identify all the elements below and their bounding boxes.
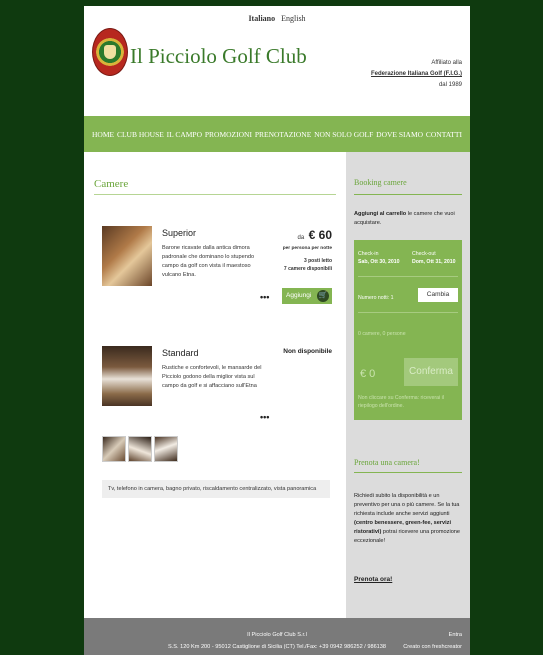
thumbnail-3[interactable]: [154, 436, 178, 462]
page-title: Camere: [94, 178, 129, 190]
booking-box: Check-in Sab, Ott 30, 2010 Check-out Dom…: [354, 240, 462, 420]
room-name[interactable]: Superior: [162, 228, 196, 238]
affiliation-block: Affiliato alla Federazione Italiana Golf…: [371, 58, 462, 91]
nav-club-house[interactable]: CLUB HOUSE: [117, 130, 164, 139]
booking-intro-bold: Aggiungi al carrello: [354, 211, 407, 217]
price-block: da € 60 per persona per notte 3 posti le…: [282, 226, 332, 273]
nav-contatti[interactable]: CONTATTI: [426, 130, 462, 139]
login-link[interactable]: Entra: [449, 632, 462, 638]
reserve-text-1: Richiedi subito la disponibilità e un pr…: [354, 493, 460, 517]
checkout-label: Check-out: [412, 251, 436, 257]
site-footer: Il Picciolo Golf Club S.r.l S.S. 120 Km …: [84, 618, 470, 655]
thumbnail-2[interactable]: [128, 436, 152, 462]
room-name[interactable]: Standard: [162, 348, 199, 358]
price-value: € 60: [308, 228, 332, 242]
room-description: Rustiche e confortevoli, le mansarde del…: [162, 365, 262, 389]
price-from: da: [297, 235, 305, 241]
checkin-block[interactable]: Check-in Sab, Ott 30, 2010: [358, 250, 400, 266]
booking-divider: [358, 312, 458, 313]
title-divider: [94, 194, 336, 195]
language-switcher: Italiano English: [84, 14, 470, 23]
room-photo-standard[interactable]: [102, 346, 152, 406]
add-to-cart-label: Aggiungi: [286, 292, 312, 299]
lang-english[interactable]: English: [281, 14, 305, 23]
booking-divider: [358, 276, 458, 277]
booking-intro: Aggiungi al carrello le camere che vuoi …: [354, 210, 462, 228]
main-content: Camere Superior Barone ricavate dalla an…: [84, 152, 346, 618]
nav-promozioni[interactable]: PROMOZIONI: [205, 130, 252, 139]
checkin-value: Sab, Ott 30, 2010: [358, 259, 400, 265]
cart-icon: 🛒: [317, 290, 329, 302]
nav-non-solo-golf[interactable]: NON SOLO GOLF: [314, 130, 373, 139]
federation-link[interactable]: Federazione Italiana Golf (F.I.G.): [371, 69, 462, 80]
footer-company: Il Picciolo Golf Club S.r.l: [247, 632, 307, 638]
room-description: Barone ricavate dalla antica dimora padr…: [162, 245, 255, 278]
more-dots-icon[interactable]: •••: [260, 412, 269, 422]
credit-link[interactable]: Creato con freshcreator: [403, 644, 462, 650]
sidebar-divider: [354, 472, 462, 473]
reserve-title: Prenota una camera!: [354, 458, 420, 467]
more-dots-icon[interactable]: •••: [260, 292, 269, 302]
site-page: Italiano English Il Picciolo Golf Club A…: [84, 6, 470, 655]
nav-dove-siamo[interactable]: DOVE SIAMO: [376, 130, 423, 139]
price-basis: per persona per notte: [282, 246, 332, 251]
room-photo-superior[interactable]: [102, 226, 152, 286]
nav-prenotazione[interactable]: PRENOTAZIONE: [255, 130, 311, 139]
booking-sidebar: Booking camere Aggiungi al carrello le c…: [346, 152, 470, 618]
page-background: Italiano English Il Picciolo Golf Club A…: [0, 0, 543, 655]
change-dates-button[interactable]: Cambia: [418, 288, 458, 302]
nights-label: Numero notti: 1: [358, 295, 394, 301]
club-logo[interactable]: [92, 28, 128, 76]
room-thumbnails: [102, 436, 180, 467]
lang-italiano[interactable]: Italiano: [248, 14, 275, 23]
checkout-value: Dom, Ott 31, 2010: [412, 259, 456, 265]
reserve-text: Richiedi subito la disponibilità e un pr…: [354, 492, 462, 546]
reserve-now-link[interactable]: Prenota ora!: [354, 576, 392, 583]
room-beds: 3 posti letto: [303, 258, 332, 264]
people-summary: 0 camere, 0 persone: [358, 331, 406, 337]
club-name[interactable]: Il Picciolo Golf Club: [130, 44, 307, 69]
add-to-cart-button[interactable]: Aggiungi 🛒: [282, 288, 332, 304]
booking-title: Booking camere: [354, 178, 407, 187]
main-nav: HOME CLUB HOUSE IL CAMPO PROMOZIONI PREN…: [84, 116, 470, 152]
unavailable-label: Non disponibile: [283, 348, 332, 355]
thumbnail-1[interactable]: [102, 436, 126, 462]
confirm-button[interactable]: Conferma: [404, 358, 458, 386]
rooms-available: 7 camere disponibili: [283, 266, 332, 272]
affiliation-since: dal 1989: [438, 82, 462, 88]
nav-home[interactable]: HOME: [92, 130, 114, 139]
nav-il-campo[interactable]: IL CAMPO: [167, 130, 202, 139]
total-price: € 0: [360, 368, 376, 380]
amenities-bar: Tv, telefono in camera, bagno privato, r…: [102, 480, 330, 498]
checkout-block[interactable]: Check-out Dom, Ott 31, 2010: [412, 250, 456, 266]
sidebar-divider: [354, 194, 462, 195]
checkin-label: Check-in: [358, 251, 379, 257]
affiliation-line: Affiliato alla: [431, 60, 462, 66]
confirm-note: Non cliccare su Conferma: riceverai il r…: [358, 395, 444, 409]
